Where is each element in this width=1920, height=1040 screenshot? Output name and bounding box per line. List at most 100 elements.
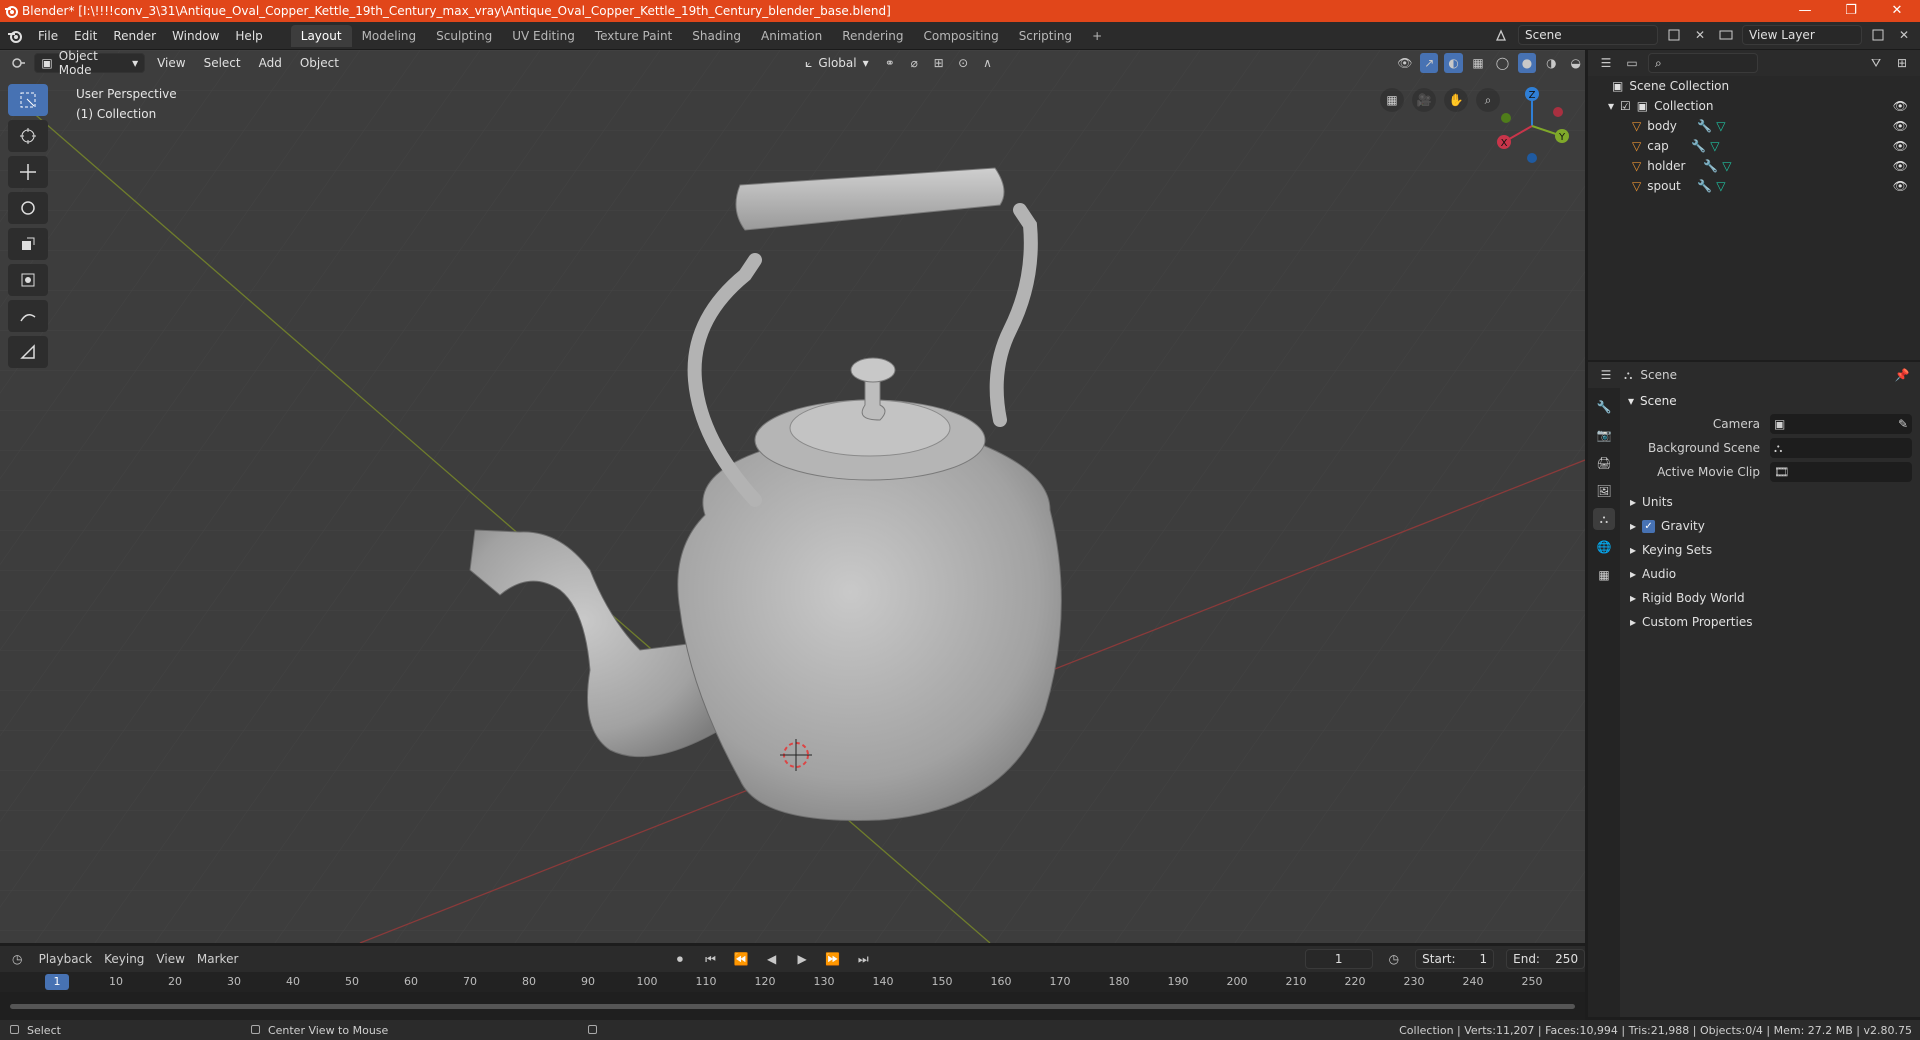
gizmo-neg-z[interactable] xyxy=(1527,153,1537,163)
outliner-item-body[interactable]: ▽ body 🔧 ▽ 👁 xyxy=(1588,116,1920,136)
menu-help[interactable]: Help xyxy=(227,29,270,43)
new-scene-icon[interactable] xyxy=(1664,25,1684,45)
scene-browse-icon[interactable] xyxy=(1492,25,1512,45)
modifier-wrench-icon[interactable]: 🔧 xyxy=(1703,159,1718,173)
custom-properties-subpanel[interactable]: ▸ Custom Properties xyxy=(1624,610,1920,634)
transform-tool[interactable] xyxy=(8,264,48,296)
current-frame-marker[interactable]: 1 xyxy=(45,974,69,990)
play-reverse-icon[interactable]: ◀ xyxy=(762,949,781,969)
end-frame-field[interactable]: End: 250 xyxy=(1506,949,1586,969)
eye-icon[interactable]: 👁 xyxy=(1893,99,1908,113)
texture-tab-icon[interactable]: ▦ xyxy=(1593,564,1615,586)
eyedropper-icon[interactable]: ✎ xyxy=(1898,417,1908,431)
toggle-grid-icon[interactable]: ▦ xyxy=(1380,88,1404,112)
solid-shading-icon[interactable]: ● xyxy=(1517,53,1537,73)
menu-window[interactable]: Window xyxy=(164,29,227,43)
scene-name-field[interactable]: Scene xyxy=(1518,25,1658,45)
modifier-wrench-icon[interactable]: 🔧 xyxy=(1697,179,1712,193)
gizmo-neg-x[interactable] xyxy=(1553,107,1563,117)
xray-icon[interactable]: ▦ xyxy=(1469,53,1487,73)
keying-sets-subpanel[interactable]: ▸ Keying Sets xyxy=(1624,538,1920,562)
visibility-icon[interactable]: 👁 xyxy=(1396,53,1414,73)
add-workspace-button[interactable]: + xyxy=(1082,25,1112,47)
outliner-search-input[interactable]: ⌕ xyxy=(1648,53,1758,73)
minimize-button[interactable]: — xyxy=(1782,0,1828,22)
falloff-icon[interactable]: ∧ xyxy=(978,53,996,73)
orientation-dropdown[interactable]: ⟀ Global ▾ xyxy=(799,53,875,73)
world-tab-icon[interactable]: 🌐 xyxy=(1593,536,1615,558)
scale-tool[interactable] xyxy=(8,228,48,260)
timeline-editor-type-icon[interactable]: ◷ xyxy=(8,949,27,969)
frame-ruler[interactable]: 1 10 20 30 40 50 60 70 80 90 100 110 120 130 140 150 160… xyxy=(0,972,1585,992)
overlay-toggle-icon[interactable]: ◐ xyxy=(1444,53,1463,73)
units-subpanel[interactable]: ▸ Units xyxy=(1624,490,1920,514)
snap-icon[interactable]: ⌀ xyxy=(905,53,923,73)
next-keyframe-icon[interactable]: ⏩ xyxy=(823,949,842,969)
view-layer-field[interactable]: View Layer xyxy=(1742,25,1862,45)
rendered-shading-icon[interactable]: ◒ xyxy=(1567,53,1585,73)
active-movie-clip-field[interactable]: 🎞 xyxy=(1770,462,1912,482)
proportional-edit-icon[interactable]: ⊙ xyxy=(954,53,972,73)
rigid-body-world-subpanel[interactable]: ▸ Rigid Body World xyxy=(1624,586,1920,610)
cursor-tool[interactable] xyxy=(8,120,48,152)
menu-playback[interactable]: Playback xyxy=(39,952,93,966)
mesh-data-icon[interactable]: ▽ xyxy=(1710,139,1719,153)
tab-compositing[interactable]: Compositing xyxy=(913,25,1008,47)
camera-view-icon[interactable]: 🎥 xyxy=(1412,88,1436,112)
menu-select[interactable]: Select xyxy=(198,53,247,73)
select-box-tool[interactable] xyxy=(8,84,48,116)
close-button[interactable]: ✕ xyxy=(1874,0,1920,22)
gravity-subpanel[interactable]: ▸ ✓ Gravity xyxy=(1624,514,1920,538)
navigation-gizmo[interactable]: Z X Y xyxy=(1492,86,1572,166)
horizontal-scrollbar[interactable] xyxy=(10,1004,1575,1009)
tab-shading[interactable]: Shading xyxy=(682,25,751,47)
delete-view-layer-icon[interactable]: ✕ xyxy=(1894,25,1914,45)
mesh-data-icon[interactable]: ▽ xyxy=(1716,179,1725,193)
menu-edit[interactable]: Edit xyxy=(66,29,105,43)
pin-icon[interactable]: 📌 xyxy=(1892,365,1912,385)
outliner-item-holder[interactable]: ▽ holder 🔧 ▽ 👁 xyxy=(1588,156,1920,176)
menu-object[interactable]: Object xyxy=(294,53,345,73)
tab-uv-editing[interactable]: UV Editing xyxy=(502,25,585,47)
background-scene-field[interactable]: ⛬ xyxy=(1770,438,1912,458)
pan-hand-icon[interactable]: ✋ xyxy=(1444,88,1468,112)
display-mode-icon[interactable]: ▭ xyxy=(1622,53,1642,73)
mesh-data-icon[interactable]: ▽ xyxy=(1716,119,1725,133)
menu-keying[interactable]: Keying xyxy=(104,952,144,966)
tab-modeling[interactable]: Modeling xyxy=(352,25,427,47)
prev-keyframe-icon[interactable]: ⏪ xyxy=(732,949,751,969)
jump-start-icon[interactable]: ⏮ xyxy=(701,949,720,969)
start-frame-field[interactable]: Start: 1 xyxy=(1415,949,1495,969)
blender-menu-icon[interactable] xyxy=(0,28,30,44)
scene-panel-header[interactable]: ▾ Scene xyxy=(1624,390,1920,412)
mode-dropdown[interactable]: ▣ Object Mode ▾ xyxy=(34,50,146,77)
tab-animation[interactable]: Animation xyxy=(751,25,832,47)
menu-add[interactable]: Add xyxy=(253,53,288,73)
new-view-layer-icon[interactable] xyxy=(1868,25,1888,45)
delete-scene-icon[interactable]: ✕ xyxy=(1690,25,1710,45)
outliner-scene-collection[interactable]: ▣ Scene Collection xyxy=(1588,76,1920,96)
tab-scripting[interactable]: Scripting xyxy=(1009,25,1082,47)
timeline-track[interactable] xyxy=(0,992,1585,1020)
filter-icon[interactable]: ⛛ xyxy=(1866,53,1886,73)
expand-arrow-icon[interactable]: ▾ xyxy=(1608,99,1614,113)
gizmo-neg-y[interactable] xyxy=(1501,113,1511,123)
eye-icon[interactable]: 👁 xyxy=(1893,159,1908,173)
output-tab-icon[interactable]: 🖨 xyxy=(1593,452,1615,474)
menu-marker[interactable]: Marker xyxy=(197,952,238,966)
view-layer-tab-icon[interactable]: 🖼 xyxy=(1593,480,1615,502)
new-collection-icon[interactable]: ⊞ xyxy=(1892,53,1912,73)
snap-target-icon[interactable]: ⊞ xyxy=(929,53,947,73)
3d-viewport[interactable]: ▣ Object Mode ▾ View Select Add Object ⟀… xyxy=(0,50,1585,943)
camera-field[interactable]: ▣ ✎ xyxy=(1770,414,1912,434)
current-frame-field[interactable]: 1 xyxy=(1304,949,1373,969)
record-icon[interactable]: ⏺ xyxy=(671,949,690,969)
pivot-point-icon[interactable]: ⚭ xyxy=(881,53,899,73)
editor-type-icon[interactable] xyxy=(10,53,28,73)
outliner-collection[interactable]: ▾ ☑ ▣ Collection 👁 xyxy=(1588,96,1920,116)
checkbox-icon[interactable]: ☑ xyxy=(1620,99,1631,113)
measure-tool[interactable] xyxy=(8,336,48,368)
rotate-tool[interactable] xyxy=(8,192,48,224)
annotate-tool[interactable] xyxy=(8,300,48,332)
wireframe-shading-icon[interactable]: ◯ xyxy=(1493,53,1511,73)
